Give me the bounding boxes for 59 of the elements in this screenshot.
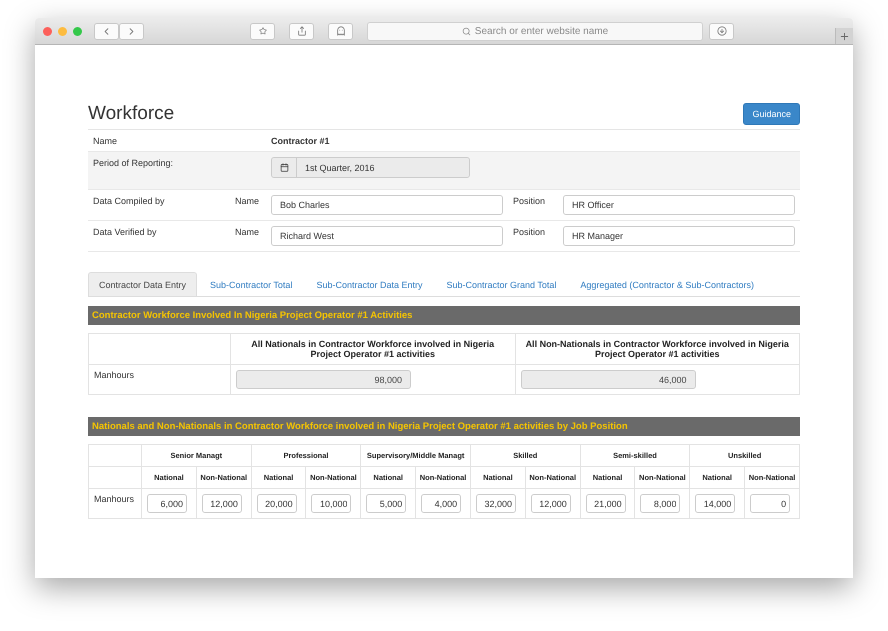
calendar-icon (280, 163, 288, 172)
zoom-icon[interactable] (73, 26, 82, 36)
name-field[interactable]: Bob Charles (271, 195, 503, 215)
share-button[interactable] (289, 22, 314, 40)
field-label: Position (513, 195, 546, 206)
download-icon (716, 26, 726, 36)
download-button[interactable] (709, 22, 734, 40)
name-field[interactable]: Richard West (271, 226, 503, 246)
share-icon (296, 26, 306, 36)
search-icon (462, 26, 471, 36)
tab[interactable]: Sub-Contractor Data Entry (305, 272, 434, 296)
manhours-field[interactable]: 14,000 (695, 494, 736, 513)
column-header: All Non-Nationals in Contractor Workforce involved in Nigeria Project Operator #1 activities (515, 334, 800, 364)
bookmark-button[interactable] (250, 22, 275, 40)
section-title: Contractor Workforce Involved In Nigeria Project Operator #1 Activities (88, 306, 800, 325)
manhours-field[interactable]: 0 (750, 494, 790, 513)
position-field[interactable]: HR Manager (563, 226, 795, 246)
field-label: Data Verified by (93, 226, 158, 237)
plus-icon (839, 30, 850, 42)
manhours-field[interactable]: 6,000 (147, 494, 187, 513)
section-title: Nationals and Non-Nationals in Contractor Workforce involved in Nigeria Project Operator #1 activities by Job Position (88, 417, 800, 436)
field-label: Position (513, 226, 546, 237)
tab[interactable]: Sub-Contractor Total (199, 272, 304, 296)
column-header: All Nationals in Contractor Workforce involved in Nigeria Project Operator #1 activities (230, 334, 515, 364)
table-cell (88, 466, 142, 488)
manhours-field[interactable]: 32,000 (476, 494, 516, 513)
new-tab-button[interactable] (835, 28, 853, 44)
field-label: Period of Reporting: (93, 157, 174, 168)
field-label: Name (235, 226, 260, 237)
star-icon (258, 27, 266, 35)
manhours-field[interactable]: 21,000 (586, 494, 626, 513)
row-label: Manhours (88, 364, 230, 394)
row-label: Manhours (88, 488, 142, 518)
total-field[interactable]: 98,000 (236, 370, 411, 389)
manhours-field[interactable]: 12,000 (202, 494, 242, 513)
manhours-field[interactable]: 4,000 (421, 494, 462, 513)
tab[interactable]: Sub-Contractor Grand Total (435, 272, 568, 296)
manhours-field[interactable]: 20,000 (256, 494, 297, 513)
field-label: Name (93, 135, 118, 146)
ghost-icon (336, 26, 346, 36)
manhours-field[interactable]: 5,000 (366, 494, 406, 513)
contractor-name: Contractor #1 (271, 135, 330, 146)
position-field[interactable]: HR Officer (563, 195, 795, 215)
manhours-field[interactable]: 10,000 (311, 494, 352, 513)
period-field[interactable]: 1st Quarter, 2016 (271, 157, 470, 178)
close-icon[interactable] (43, 26, 52, 36)
ghost-button[interactable] (328, 22, 353, 40)
field-label: Name (235, 195, 260, 206)
back-button[interactable] (94, 22, 119, 40)
manhours-field[interactable]: 8,000 (640, 494, 680, 513)
field-label: Data Compiled by (93, 195, 166, 206)
total-field[interactable]: 46,000 (520, 370, 696, 389)
manhours-field[interactable]: 12,000 (530, 494, 571, 513)
page-title: Workforce (88, 103, 174, 125)
tab[interactable]: Aggregated (Contractor & Sub-Contractors) (569, 272, 765, 296)
guidance-button[interactable]: Guidance (743, 103, 800, 125)
forward-button[interactable] (119, 22, 144, 40)
table-cell (88, 444, 142, 466)
tab[interactable]: Contractor Data Entry (88, 272, 198, 296)
